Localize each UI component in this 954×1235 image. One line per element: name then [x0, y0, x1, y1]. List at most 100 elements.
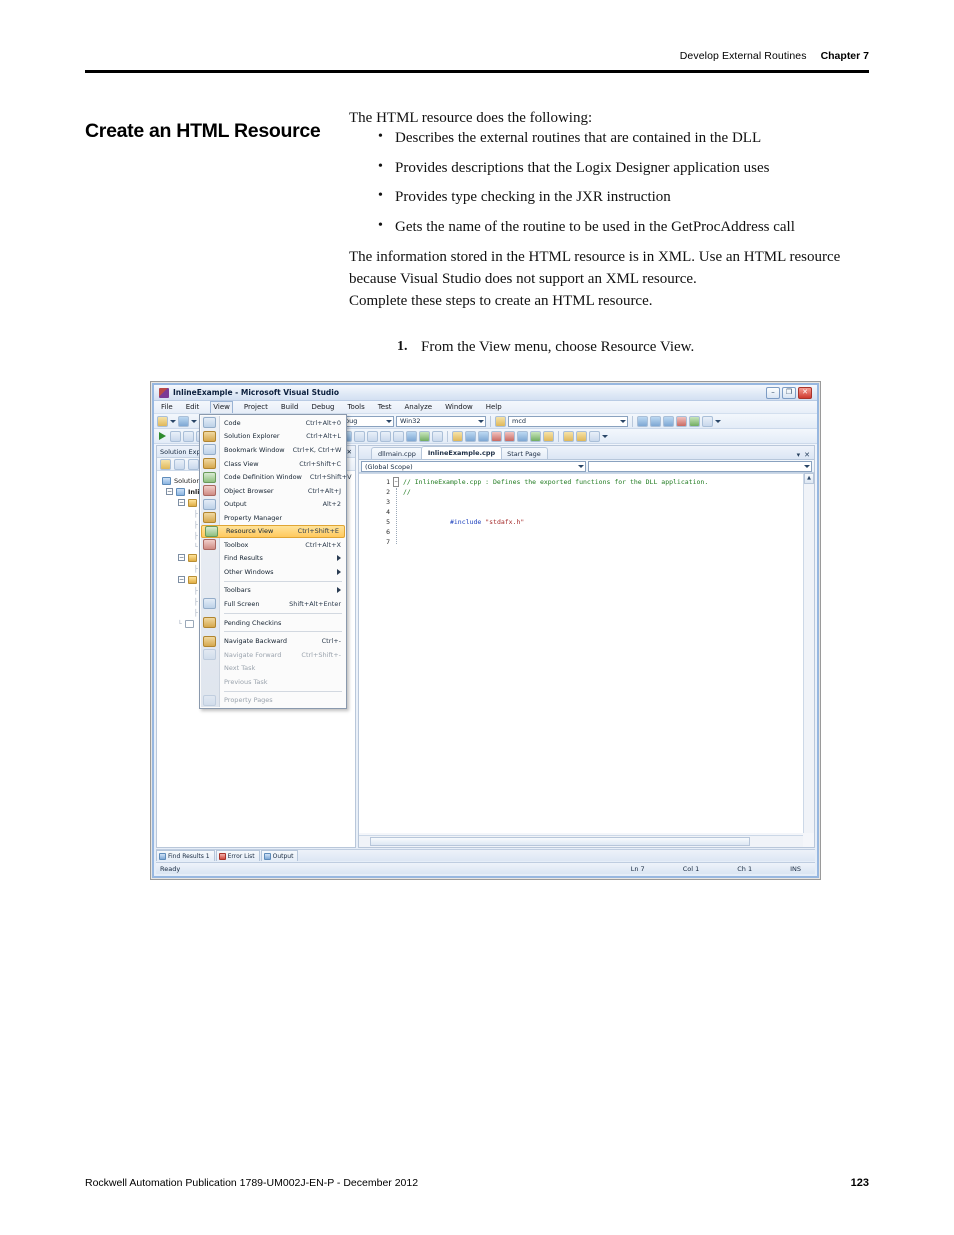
tool-tab-error-list[interactable]: Error List	[215, 850, 260, 861]
menu-item-window[interactable]: Window	[443, 402, 475, 412]
new-project-icon[interactable]	[157, 415, 168, 427]
tool-tab-output[interactable]: Output	[260, 850, 299, 861]
editor-tab-start-page[interactable]: Start Page	[500, 447, 548, 459]
menu-item-find-results[interactable]: Find Results	[200, 551, 346, 565]
start-page-icon[interactable]	[689, 415, 700, 427]
delete-breakpoints-icon[interactable]	[504, 430, 515, 442]
menu-item-analyze[interactable]: Analyze	[403, 402, 435, 412]
page-header: Develop External Routines Chapter 7	[85, 50, 869, 62]
toolbox-toolbar-icon[interactable]	[676, 415, 687, 427]
solution-icon	[162, 476, 171, 485]
hex-display-icon[interactable]	[543, 430, 554, 442]
window-layout-icon[interactable]	[702, 415, 713, 427]
close-icon[interactable]: ✕	[804, 451, 810, 459]
refresh-icon[interactable]	[174, 458, 185, 470]
break-all-icon[interactable]	[170, 430, 181, 442]
float-icon[interactable]	[380, 430, 391, 442]
menu-item-other-windows[interactable]: Other Windows	[200, 565, 346, 579]
open-file-icon[interactable]	[178, 415, 189, 427]
menu-item-solution-explorer[interactable]: Solution Explorer Ctrl+Alt+L	[200, 430, 346, 444]
menu-item-debug[interactable]: Debug	[309, 402, 336, 412]
tool-tab-find-results[interactable]: Find Results 1	[156, 850, 215, 861]
menu-item-bookmark-window[interactable]: Bookmark Window Ctrl+K, Ctrl+W	[200, 443, 346, 457]
tree-line: ├	[194, 520, 198, 529]
navigate-backward-toolbar-icon[interactable]	[406, 430, 417, 442]
menu-item-toolbars[interactable]: Toolbars	[200, 584, 346, 598]
editor-horizontal-scrollbar[interactable]	[359, 835, 803, 847]
menu-item-build[interactable]: Build	[279, 402, 301, 412]
scope-select[interactable]: (Global Scope)	[361, 461, 586, 472]
find-scope-icon[interactable]	[495, 415, 506, 427]
line-number: 2	[386, 488, 390, 496]
code-text-area[interactable]: − // InlineExample.cpp : Defines the exp…	[393, 474, 814, 833]
tree-line: ├	[194, 586, 198, 595]
menu-item-code-definition-window[interactable]: Code Definition Window Ctrl+Shift+V	[200, 470, 352, 484]
menu-item-edit[interactable]: Edit	[184, 402, 202, 412]
menu-item-toolbox[interactable]: Toolbox Ctrl+Alt+X	[200, 538, 346, 552]
step-out-icon[interactable]	[478, 430, 489, 442]
navigate-forward-toolbar-icon[interactable]	[419, 430, 430, 442]
menu-item-class-view[interactable]: Class View Ctrl+Shift+C	[200, 457, 346, 471]
collapse-region-icon[interactable]: −	[393, 477, 399, 487]
split-window-icon[interactable]	[354, 430, 365, 442]
menu-item-view[interactable]: View	[210, 401, 233, 413]
scroll-up-icon[interactable]: ▲	[804, 473, 814, 484]
menu-item-shortcut: Ctrl+Alt+L	[306, 432, 341, 441]
tab-group-icon[interactable]	[393, 430, 404, 442]
dialog-editor-icon[interactable]	[563, 430, 574, 442]
solution-explorer-toolbar-icon[interactable]	[637, 415, 648, 427]
menu-item-tools[interactable]: Tools	[345, 402, 366, 412]
chevron-down-icon[interactable]	[170, 419, 176, 423]
menu-item-test[interactable]: Test	[376, 402, 394, 412]
menu-item-file[interactable]: File	[159, 402, 175, 412]
chevron-down-icon[interactable]	[715, 419, 721, 423]
call-stack-icon[interactable]	[530, 430, 541, 442]
test-explorer-icon[interactable]	[589, 430, 600, 442]
stop-debugging-icon[interactable]	[183, 430, 194, 442]
editor-tab-inlineexample[interactable]: InlineExample.cpp	[420, 446, 503, 459]
watch-window-icon[interactable]	[517, 430, 528, 442]
menu-item-object-browser[interactable]: Object Browser Ctrl+Alt+J	[200, 484, 346, 498]
menu-item-output[interactable]: Output Alt+2	[200, 498, 346, 512]
expander-icon[interactable]: −	[178, 576, 185, 583]
resource-editor-icon[interactable]	[576, 430, 587, 442]
properties-icon[interactable]	[160, 458, 171, 470]
editor-vertical-scrollbar[interactable]: ▲	[803, 473, 814, 833]
expander-icon[interactable]: −	[178, 554, 185, 561]
chevron-down-icon[interactable]	[191, 419, 197, 423]
find-symbol-icon[interactable]	[432, 430, 443, 442]
minimize-icon[interactable]: –	[766, 386, 780, 399]
step-into-icon[interactable]	[452, 430, 463, 442]
menu-item-property-manager[interactable]: Property Manager	[200, 511, 346, 525]
search-input[interactable]: mcd	[508, 415, 628, 427]
menu-item-help[interactable]: Help	[484, 402, 504, 412]
menu-item-full-screen[interactable]: Full Screen Shift+Alt+Enter	[200, 597, 346, 611]
show-all-files-icon[interactable]	[188, 458, 199, 470]
menu-item-navigate-backward[interactable]: Navigate Backward Ctrl+-	[200, 634, 346, 648]
continue-debug-icon[interactable]	[159, 432, 166, 440]
close-icon[interactable]: ✕	[798, 386, 812, 399]
status-text: Ready	[160, 864, 181, 873]
scrollbar-thumb[interactable]	[370, 837, 750, 846]
object-browser-toolbar-icon[interactable]	[663, 415, 674, 427]
step-over-icon[interactable]	[465, 430, 476, 442]
menu-item-code[interactable]: Code Ctrl+Alt+0	[200, 416, 346, 430]
close-icon[interactable]: ✕	[347, 448, 352, 456]
menu-item-pending-checkins[interactable]: Pending Checkins	[200, 616, 346, 630]
menu-item-resource-view[interactable]: Resource View Ctrl+Shift+E	[201, 524, 345, 538]
dock-icon[interactable]	[367, 430, 378, 442]
code-editor[interactable]: 1 2 3 4 5 6 7 − // InlineExample.cpp : D…	[359, 473, 814, 833]
chevron-down-icon[interactable]: ▾	[797, 451, 801, 459]
solution-platform-select[interactable]: Win32	[396, 415, 486, 427]
expander-icon[interactable]: −	[178, 499, 185, 506]
expander-icon[interactable]: −	[166, 488, 173, 495]
chevron-down-icon[interactable]	[602, 434, 608, 438]
editor-tab-dllmain[interactable]: dllmain.cpp	[371, 447, 423, 459]
properties-window-icon[interactable]	[650, 415, 661, 427]
menu-item-project[interactable]: Project	[242, 402, 270, 412]
breakpoint-icon[interactable]	[491, 430, 502, 442]
member-select[interactable]	[587, 461, 812, 472]
maximize-icon[interactable]: ❐	[782, 386, 796, 399]
list-item: Gets the name of the routine to be used …	[378, 217, 869, 238]
view-dropdown-menu[interactable]: Code Ctrl+Alt+0 Solution Explorer Ctrl+A…	[199, 414, 352, 710]
